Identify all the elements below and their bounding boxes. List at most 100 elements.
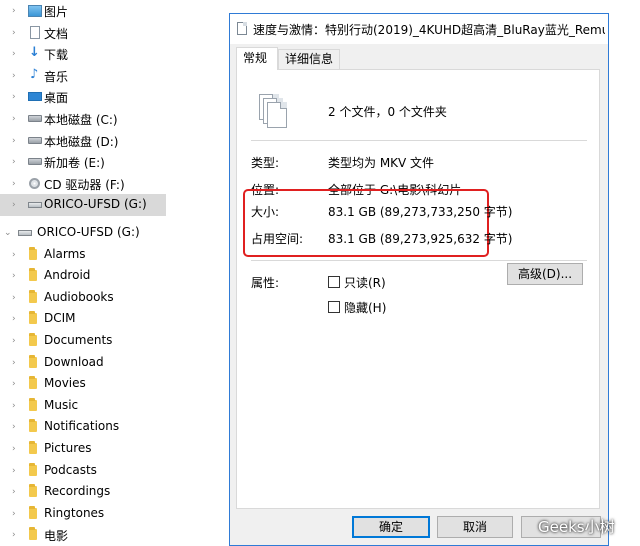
chevron-right-icon[interactable]: › (12, 293, 20, 302)
nav-item-drive-e[interactable]: › 新加卷 (E:) (0, 151, 166, 173)
chevron-down-icon[interactable]: ⌄ (4, 229, 12, 238)
chevron-right-icon[interactable]: › (12, 380, 20, 389)
folder-icon (29, 397, 37, 411)
nav-item-label: 本地磁盘 (C:) (44, 113, 118, 127)
chevron-right-icon[interactable]: › (12, 423, 20, 432)
chevron-right-icon[interactable]: › (12, 488, 20, 497)
chevron-right-icon[interactable]: › (12, 401, 20, 410)
nav-item-drive-f[interactable]: › CD 驱动器 (F:) (0, 173, 166, 195)
chevron-right-icon[interactable]: › (12, 201, 20, 210)
readonly-checkbox[interactable] (328, 276, 340, 288)
chevron-right-icon[interactable]: › (12, 158, 20, 167)
folder-icon (29, 441, 37, 454)
chevron-right-icon[interactable]: › (12, 358, 20, 367)
folder-item[interactable]: › Music (0, 395, 166, 417)
advanced-button[interactable]: 高级(D)... (507, 263, 583, 285)
music-icon: ♪ (30, 66, 39, 82)
chevron-right-icon[interactable]: › (12, 7, 20, 16)
file-count-summary: 2 个文件，0 个文件夹 (328, 105, 447, 119)
navigation-pane: › 图片 › 文档 › ↓ 下载 › ♪ 音乐 › 桌面 › 本地磁盘 (C:)… (0, 0, 166, 546)
folder-label: Android (44, 268, 91, 283)
nav-item-documents[interactable]: › 文档 (0, 22, 166, 44)
nav-item-label: 桌面 (44, 91, 69, 106)
dialog-titlebar[interactable]: 速度与激情：特别行动(2019)_4KUHD超高清_BluRay蓝光_Remu.… (230, 14, 608, 44)
chevron-right-icon[interactable]: › (12, 509, 20, 518)
folder-label: Audiobooks (44, 289, 114, 304)
chevron-right-icon[interactable]: › (12, 445, 20, 454)
hidden-label[interactable]: 隐藏(H) (344, 299, 386, 316)
folder-item[interactable]: › Android (0, 265, 166, 287)
chevron-right-icon[interactable]: › (12, 250, 20, 259)
chevron-right-icon[interactable]: › (12, 272, 20, 281)
folder-label: Movies (44, 376, 86, 391)
type-value: 类型均为 MKV 文件 (328, 156, 435, 170)
folder-icon (29, 419, 37, 433)
nav-item-music[interactable]: › ♪ 音乐 (0, 65, 166, 87)
chevron-right-icon[interactable]: › (12, 93, 20, 102)
chevron-right-icon[interactable]: › (12, 179, 20, 188)
nav-item-label: 音乐 (44, 69, 69, 84)
hidden-checkbox[interactable] (328, 301, 340, 313)
nav-item-drive-g[interactable]: › ORICO-UFSD (G:) (0, 194, 166, 216)
documents-icon (30, 25, 40, 39)
chevron-right-icon[interactable]: › (12, 531, 20, 540)
folder-label: Recordings (44, 484, 111, 499)
folder-label: 电影 (44, 529, 69, 544)
chevron-right-icon[interactable]: › (12, 337, 20, 346)
folder-icon (29, 484, 37, 498)
drive-icon (28, 158, 42, 166)
folder-item[interactable]: › Alarms (0, 244, 166, 266)
folder-item[interactable]: › DCIM (0, 308, 166, 330)
chevron-right-icon[interactable]: › (12, 136, 20, 145)
nav-item-label: ORICO-UFSD (G:) (37, 225, 140, 239)
folder-icon (29, 505, 37, 519)
folder-icon (29, 354, 37, 368)
tab-details[interactable]: 详细信息 (278, 49, 340, 69)
general-tab-panel: 2 个文件，0 个文件夹 类型: 类型均为 MKV 文件 位置: 全部位于 G:… (236, 69, 600, 509)
chevron-right-icon[interactable]: › (12, 71, 20, 80)
cd-drive-icon (29, 177, 40, 189)
chevron-right-icon[interactable]: › (12, 28, 20, 37)
usb-drive-icon (18, 230, 32, 236)
nav-item-drive-c[interactable]: › 本地磁盘 (C:) (0, 108, 166, 130)
folder-item[interactable]: › Documents (0, 330, 166, 352)
folder-icon (29, 311, 37, 325)
ok-button[interactable]: 确定 (352, 516, 430, 538)
nav-item-desktop[interactable]: › 桌面 (0, 86, 166, 108)
tab-general[interactable]: 常规 (236, 47, 278, 70)
nav-item-drive-d[interactable]: › 本地磁盘 (D:) (0, 130, 166, 152)
folder-icon (29, 246, 37, 260)
chevron-right-icon[interactable]: › (12, 315, 20, 324)
cancel-button[interactable]: 取消 (437, 516, 513, 538)
folder-item[interactable]: › 电影 (0, 524, 166, 546)
folder-icon (29, 268, 37, 282)
folder-item[interactable]: › Recordings (0, 481, 166, 503)
folder-item[interactable]: › Ringtones (0, 503, 166, 525)
nav-item-downloads[interactable]: › ↓ 下载 (0, 43, 166, 65)
chevron-right-icon[interactable]: › (12, 115, 20, 124)
folder-item[interactable]: › Movies (0, 373, 166, 395)
folder-item[interactable]: › Download (0, 352, 166, 374)
chevron-right-icon[interactable]: › (12, 466, 20, 475)
nav-item-label: 本地磁盘 (D:) (44, 134, 119, 149)
folder-label: Podcasts (44, 462, 97, 477)
folder-label: Alarms (44, 246, 86, 261)
folder-item[interactable]: › Audiobooks (0, 287, 166, 309)
folder-label: Download (44, 354, 104, 369)
size-on-disk-label: 占用空间: (251, 232, 304, 246)
folder-item[interactable]: › Pictures (0, 438, 166, 460)
folder-label: Documents (44, 333, 113, 347)
readonly-label[interactable]: 只读(R) (344, 274, 386, 291)
chevron-right-icon[interactable]: › (12, 50, 20, 59)
folder-item[interactable]: › Podcasts (0, 460, 166, 482)
folder-item[interactable]: › Notifications (0, 416, 166, 438)
dialog-title: 速度与激情：特别行动(2019)_4KUHD超高清_BluRay蓝光_Remu.… (253, 23, 605, 37)
folder-label: Ringtones (44, 505, 105, 520)
file-icon (237, 22, 247, 35)
nav-item-pictures[interactable]: › 图片 (0, 0, 166, 22)
nav-root-drive-g[interactable]: ⌄ ORICO-UFSD (G:) (0, 222, 166, 244)
properties-dialog: 速度与激情：特别行动(2019)_4KUHD超高清_BluRay蓝光_Remu.… (229, 13, 609, 546)
folder-icon (29, 527, 37, 541)
drive-icon (28, 136, 42, 144)
folder-label: Notifications (44, 419, 120, 434)
